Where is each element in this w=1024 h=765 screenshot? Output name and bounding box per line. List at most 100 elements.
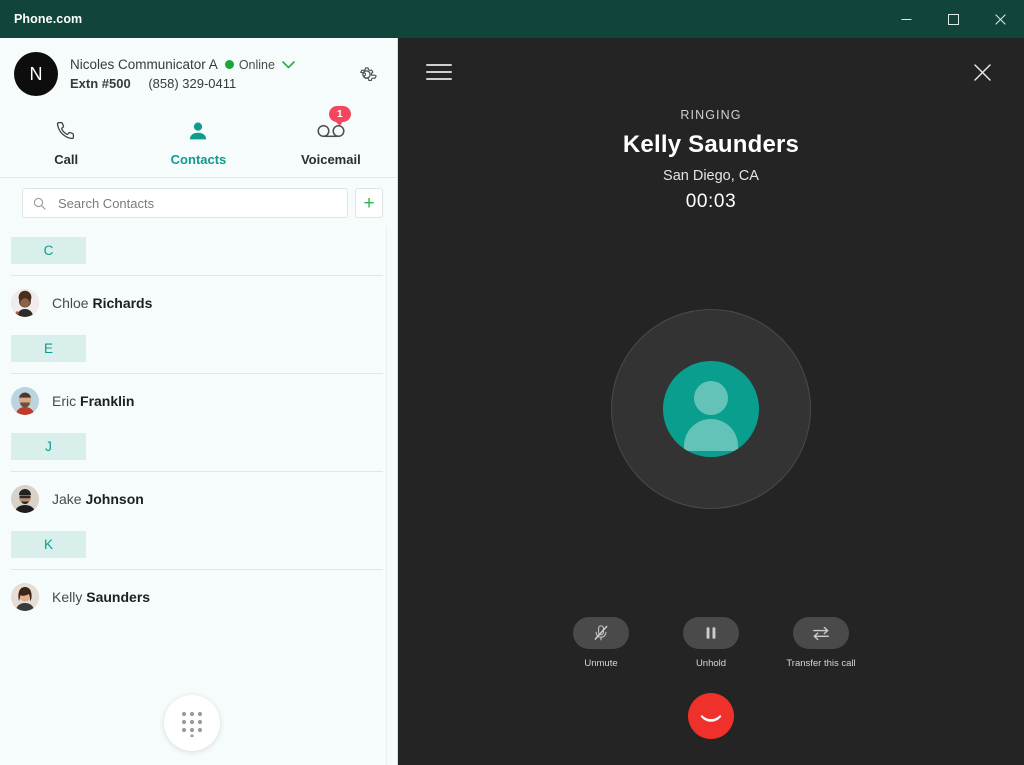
window-controls bbox=[883, 0, 1024, 38]
contact-name: Chloe Richards bbox=[52, 295, 153, 311]
contacts-section: E Eric Franklin bbox=[0, 335, 397, 428]
unhold-button[interactable] bbox=[683, 617, 739, 649]
contact-photo-icon bbox=[11, 387, 39, 415]
voicemail-badge: 1 bbox=[328, 106, 351, 126]
nav-tabs: Call Contacts 1 Voicemail bbox=[0, 106, 397, 178]
extension-label: Extn #500 bbox=[70, 76, 131, 91]
close-window-button[interactable] bbox=[977, 0, 1024, 38]
contacts-list[interactable]: C Chloe Richards E Eric Franklin J Jake … bbox=[0, 226, 397, 765]
add-contact-button[interactable]: + bbox=[355, 188, 383, 218]
section-letter: E bbox=[11, 335, 86, 362]
search-box[interactable] bbox=[22, 188, 348, 218]
contacts-section: C Chloe Richards bbox=[0, 237, 397, 330]
section-letter: K bbox=[11, 531, 86, 558]
person-body-icon bbox=[684, 419, 738, 451]
title-bar: Phone.com bbox=[0, 0, 1024, 38]
profile-info: Nicoles Communicator A Online Extn #500 … bbox=[70, 57, 349, 91]
profile-extension-row: Extn #500 (858) 329-0411 bbox=[70, 76, 349, 91]
contact-avatar bbox=[11, 387, 39, 415]
contact-row-chloe-richards[interactable]: Chloe Richards bbox=[0, 276, 397, 330]
dialpad-button[interactable] bbox=[163, 695, 220, 751]
close-icon bbox=[995, 13, 1006, 25]
chevron-down-icon bbox=[282, 61, 295, 69]
tab-call-icon-wrap bbox=[54, 116, 78, 146]
status-dot-icon bbox=[224, 60, 234, 69]
status-dropdown-button[interactable] bbox=[282, 60, 295, 69]
contact-row-jake-johnson[interactable]: Jake Johnson bbox=[0, 472, 397, 526]
contact-photo-icon bbox=[11, 289, 39, 317]
mic-off-icon bbox=[594, 625, 608, 641]
maximize-button[interactable] bbox=[930, 0, 977, 38]
call-header: RINGING Kelly Saunders San Diego, CA 00:… bbox=[398, 108, 1024, 213]
contact-avatar bbox=[11, 583, 39, 611]
contacts-section: J Jake Johnson bbox=[0, 433, 397, 526]
contact-name: Eric Franklin bbox=[52, 393, 135, 409]
phone-number: (858) 329-0411 bbox=[148, 76, 237, 91]
caller-location: San Diego, CA bbox=[663, 168, 759, 184]
contact-row-kelly-saunders[interactable]: Kelly Saunders bbox=[0, 570, 397, 624]
main-split: N Nicoles Communicator A Online Extn #50… bbox=[0, 38, 1024, 765]
hamburger-icon bbox=[426, 64, 452, 66]
menu-button[interactable] bbox=[426, 58, 452, 86]
unmute-button[interactable] bbox=[573, 617, 629, 649]
close-call-panel-button[interactable] bbox=[968, 58, 996, 86]
section-letter: J bbox=[11, 433, 86, 460]
caller-avatar bbox=[663, 361, 759, 457]
contact-photo-icon bbox=[11, 485, 39, 513]
transfer-label: Transfer this call bbox=[786, 658, 856, 669]
contact-avatar bbox=[11, 289, 39, 317]
tab-call[interactable]: Call bbox=[0, 112, 132, 167]
search-icon bbox=[33, 197, 46, 210]
tab-voicemail-label: Voicemail bbox=[300, 152, 361, 167]
profile-name: Nicoles Communicator A bbox=[70, 57, 218, 72]
search-input[interactable] bbox=[58, 195, 337, 211]
window-title: Phone.com bbox=[14, 12, 83, 26]
minimize-icon bbox=[901, 18, 912, 20]
call-panel-toolbar bbox=[398, 38, 1024, 106]
search-row: + bbox=[0, 178, 397, 226]
pause-icon bbox=[706, 627, 716, 639]
unmute-label: Unmute bbox=[584, 658, 618, 669]
section-letter: C bbox=[11, 237, 86, 264]
minimize-button[interactable] bbox=[883, 0, 930, 38]
phone-app-window: Phone.com N Nicoles Communicator A Onlin… bbox=[0, 0, 1024, 765]
caller-name: Kelly Saunders bbox=[622, 131, 800, 158]
hangup-icon bbox=[700, 715, 722, 722]
avatar: N bbox=[14, 52, 58, 96]
caller-avatar-stage bbox=[398, 201, 1024, 617]
maximize-icon bbox=[948, 13, 959, 25]
call-controls: Unmute Unhold Transfer this call bbox=[398, 617, 1024, 675]
unhold-label: Unhold bbox=[695, 658, 727, 669]
contact-name: Jake Johnson bbox=[52, 491, 144, 507]
profile-header: N Nicoles Communicator A Online Extn #50… bbox=[0, 38, 397, 106]
transfer-control[interactable]: Transfer this call bbox=[783, 617, 859, 669]
transfer-icon bbox=[813, 626, 829, 641]
contact-photo-icon bbox=[11, 583, 39, 611]
end-call-button[interactable] bbox=[688, 693, 734, 739]
tab-contacts[interactable]: Contacts bbox=[132, 112, 264, 167]
unmute-control[interactable]: Unmute bbox=[563, 617, 639, 669]
call-panel: RINGING Kelly Saunders San Diego, CA 00:… bbox=[398, 38, 1024, 765]
call-status: RINGING bbox=[680, 108, 742, 122]
contact-row-eric-franklin[interactable]: Eric Franklin bbox=[0, 374, 397, 428]
status-label: Online bbox=[238, 57, 275, 72]
transfer-button[interactable] bbox=[793, 617, 849, 649]
contact-avatar bbox=[11, 485, 39, 513]
close-icon bbox=[973, 63, 991, 81]
profile-name-row: Nicoles Communicator A Online bbox=[70, 57, 349, 72]
sidebar-scrollbar[interactable] bbox=[386, 226, 397, 765]
person-head-icon bbox=[694, 381, 728, 415]
dialpad-icon bbox=[181, 711, 202, 737]
phone-icon bbox=[57, 121, 75, 140]
tab-contacts-label: Contacts bbox=[170, 152, 227, 167]
tab-contacts-icon-wrap bbox=[186, 116, 210, 146]
sidebar: N Nicoles Communicator A Online Extn #50… bbox=[0, 38, 398, 765]
unhold-control[interactable]: Unhold bbox=[673, 617, 749, 669]
gear-icon bbox=[359, 66, 377, 81]
contacts-section: K Kelly Saunders bbox=[0, 531, 397, 624]
settings-button[interactable] bbox=[349, 57, 383, 91]
tab-call-label: Call bbox=[54, 152, 79, 167]
hamburger-icon bbox=[426, 78, 452, 80]
tab-voicemail[interactable]: 1 Voicemail bbox=[265, 106, 397, 167]
caller-avatar-ring bbox=[611, 309, 811, 509]
